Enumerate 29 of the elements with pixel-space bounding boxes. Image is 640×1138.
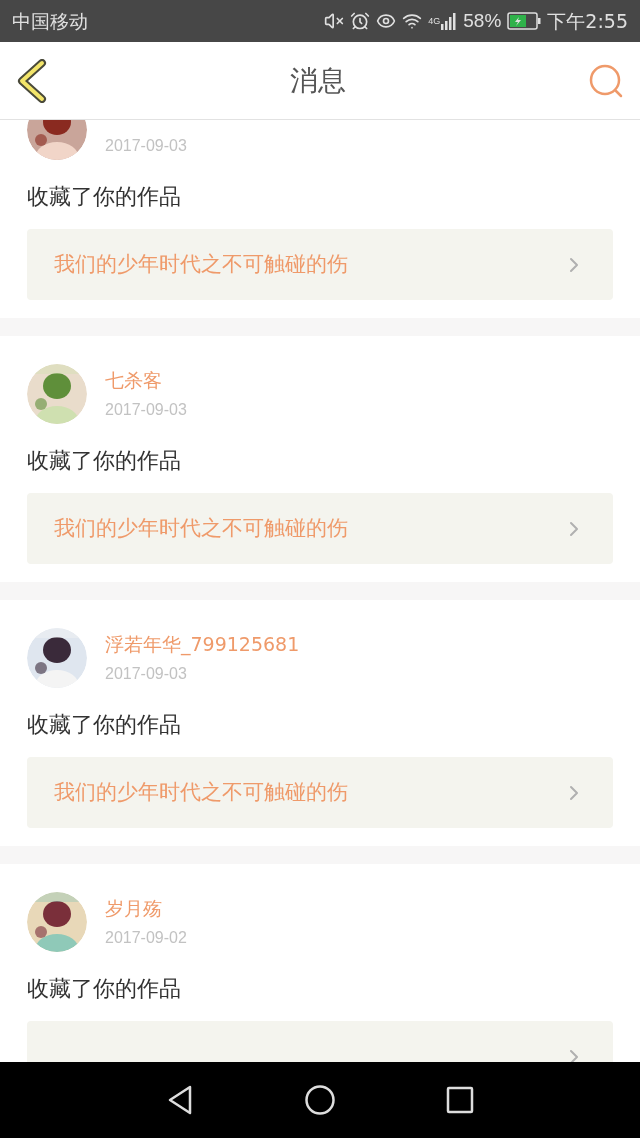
page-title: 消息 bbox=[289, 62, 347, 99]
recents-nav-icon[interactable] bbox=[446, 1086, 474, 1114]
clock-time: 下午2:55 bbox=[547, 8, 628, 34]
home-nav-icon[interactable] bbox=[304, 1084, 336, 1116]
mute-icon bbox=[324, 11, 345, 31]
work-link[interactable]: 我们的少年时代之不可触碰的伤 bbox=[27, 757, 613, 828]
user-name[interactable]: 七杀客 bbox=[105, 365, 162, 394]
message-text: 收藏了你的作品 bbox=[27, 711, 182, 739]
message-date: 2017-09-03 bbox=[105, 136, 187, 156]
back-nav-icon[interactable] bbox=[166, 1084, 194, 1116]
battery-icon bbox=[507, 12, 542, 30]
work-link[interactable]: 我们的少年时代之不可触碰的伤 bbox=[27, 229, 613, 300]
back-icon[interactable] bbox=[16, 58, 48, 103]
network-label: 4G bbox=[428, 14, 441, 28]
message-text: 收藏了你的作品 bbox=[27, 975, 182, 1003]
user-name[interactable]: 岁月殇 bbox=[105, 893, 162, 922]
message-date: 2017-09-03 bbox=[105, 400, 187, 420]
alarm-icon bbox=[350, 11, 371, 31]
message-text: 收藏了你的作品 bbox=[27, 183, 182, 211]
message-text: 收藏了你的作品 bbox=[27, 447, 182, 475]
wifi-icon bbox=[402, 11, 423, 31]
carrier-name: 中国移动 bbox=[12, 8, 88, 34]
user-name[interactable]: 浮若年华_799125681 bbox=[105, 629, 300, 658]
work-link[interactable]: 我们的少年时代之不可触碰的伤 bbox=[27, 493, 613, 564]
message-date: 2017-09-02 bbox=[105, 928, 187, 948]
eye-icon bbox=[376, 11, 397, 31]
signal-icon bbox=[441, 12, 458, 30]
message-date: 2017-09-03 bbox=[105, 664, 188, 684]
battery-percent: 58% bbox=[463, 8, 502, 33]
